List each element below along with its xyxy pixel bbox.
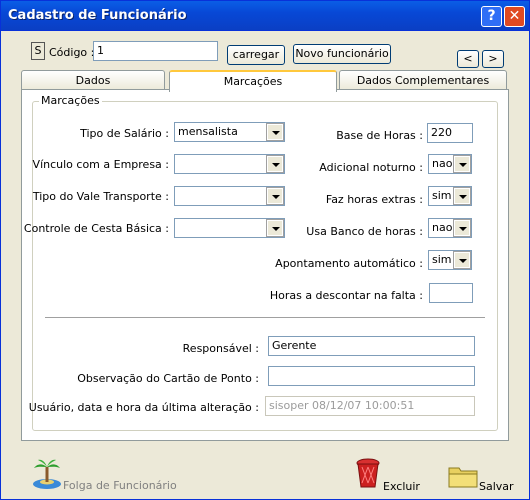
salvar-button[interactable]: Salvar [479,480,514,493]
horas-extras-select[interactable]: sim [428,186,472,206]
prev-button[interactable]: < [457,50,479,68]
trash-bin-icon[interactable] [353,457,383,491]
chevron-down-icon[interactable] [453,251,471,269]
codigo-label: Código : [49,46,95,59]
apontamento-label: Apontamento automático : [275,257,423,270]
folder-icon[interactable] [447,463,479,489]
close-button[interactable]: ✕ [504,6,525,27]
carregar-button[interactable]: carregar [227,45,285,65]
chevron-down-icon[interactable] [266,155,284,173]
usuario-label: Usuário, data e hora da última alteração… [28,401,259,414]
divider [45,317,485,319]
tipo-salario-value: mensalista [178,125,238,138]
banco-horas-value: nao [432,221,453,234]
chevron-down-icon[interactable] [453,219,471,237]
usuario-input: sisoper 08/12/07 10:00:51 [265,396,475,416]
banco-horas-select[interactable]: nao [428,218,472,238]
chevron-down-icon[interactable] [453,155,471,173]
tab-dados-complementares[interactable]: Dados Complementares [339,70,507,90]
cesta-basica-label: Controle de Cesta Básica : [23,222,169,235]
cesta-basica-select[interactable] [174,218,285,238]
folga-link[interactable]: Folga de Funcionário [63,479,177,492]
palm-tree-icon[interactable] [31,457,63,489]
novo-funcionario-button[interactable]: Novo funcionário [293,44,391,64]
base-horas-input[interactable]: 220 [427,123,473,143]
chevron-down-icon[interactable] [266,219,284,237]
tab-dados[interactable]: Dados [21,70,165,90]
chevron-down-icon[interactable] [266,187,284,205]
main-window: Cadastro de Funcionário ? ✕ S Código : 1… [0,0,530,500]
observacao-label: Observação do Cartão de Ponto : [77,372,259,385]
responsavel-label: Responsável : [182,342,259,355]
vinculo-select[interactable] [174,154,285,174]
adicional-noturno-label: Adicional noturno : [319,161,423,174]
horas-extras-value: sim [432,189,452,202]
excluir-button[interactable]: Excluir [383,480,420,493]
search-s-button[interactable]: S [31,42,45,60]
tipo-salario-label: Tipo de Salário : [80,127,169,140]
adicional-noturno-select[interactable]: nao [428,154,472,174]
vale-transporte-label: Tipo do Vale Transporte : [32,190,169,203]
next-button[interactable]: > [482,50,504,68]
horas-descontar-label: Horas a descontar na falta : [269,289,423,302]
group-title: Marcações [39,94,102,107]
vale-transporte-select[interactable] [174,186,285,206]
window-title: Cadastro de Funcionário [8,8,187,23]
responsavel-input[interactable]: Gerente [268,336,475,356]
chevron-down-icon[interactable] [453,187,471,205]
chevron-down-icon[interactable] [266,123,284,141]
codigo-input[interactable]: 1 [93,41,218,61]
help-button[interactable]: ? [481,6,502,27]
horas-descontar-input[interactable] [429,283,473,303]
apontamento-select[interactable]: sim [428,250,472,270]
banco-horas-label: Usa Banco de horas : [306,225,423,238]
tipo-salario-select[interactable]: mensalista [174,122,285,142]
vinculo-label: Vínculo com a Empresa : [32,158,169,171]
horas-extras-label: Faz horas extras : [325,193,423,206]
title-bar: Cadastro de Funcionário ? ✕ [1,1,529,31]
adicional-noturno-value: nao [432,157,453,170]
observacao-input[interactable] [268,366,475,386]
base-horas-label: Base de Horas : [336,129,423,142]
apontamento-value: sim [432,253,452,266]
tab-marcacoes[interactable]: Marcações [169,70,337,92]
